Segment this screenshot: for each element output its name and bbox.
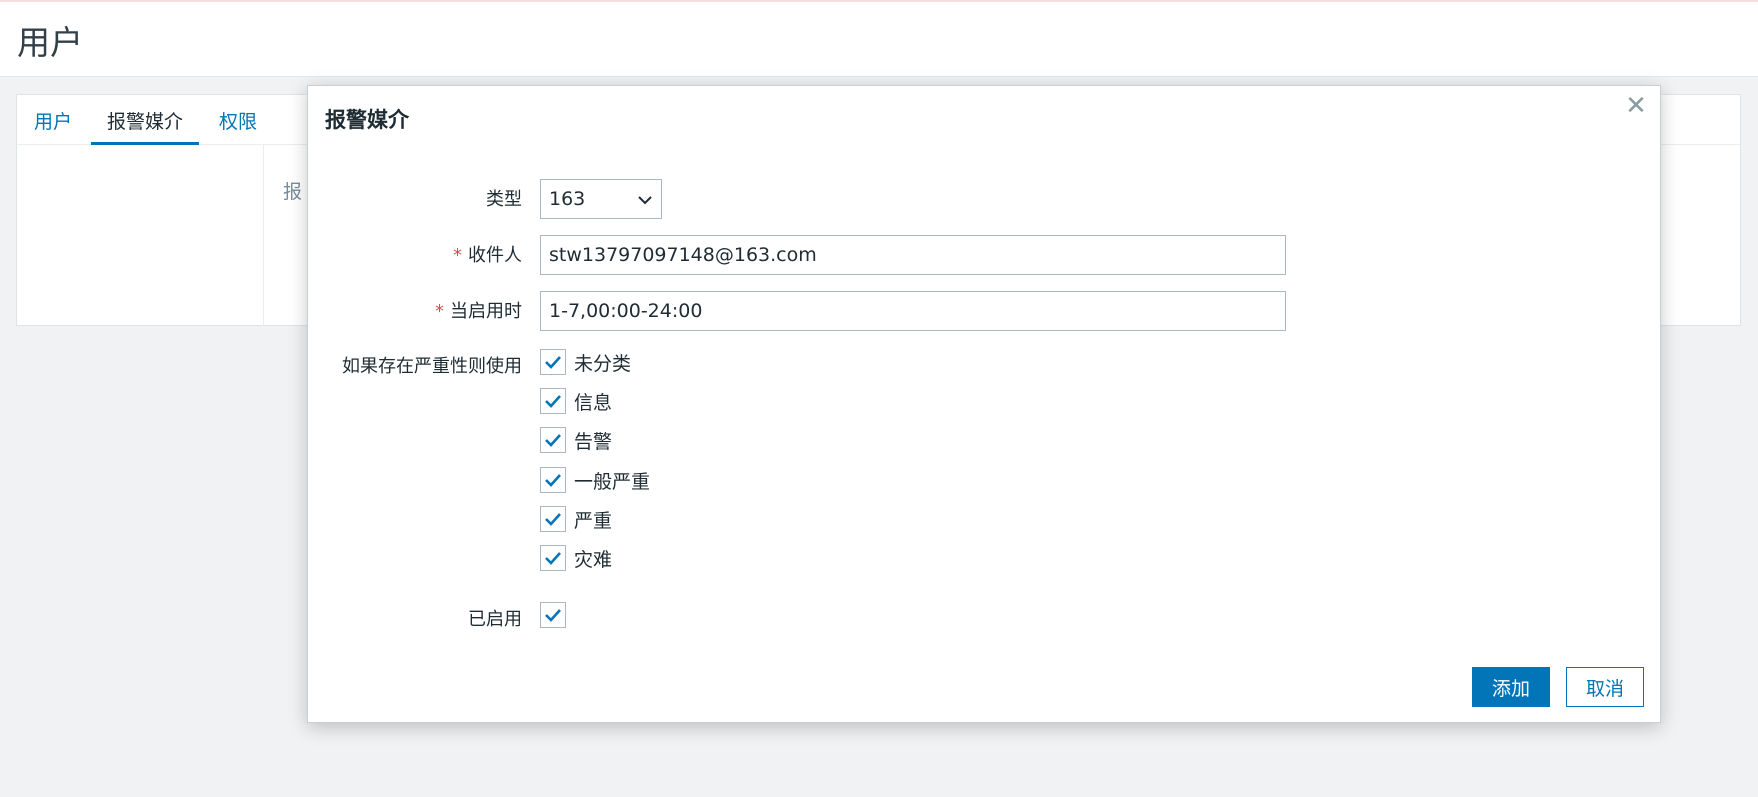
severity-disaster[interactable]: 灾难 <box>540 544 612 572</box>
checkmark-icon <box>545 395 561 408</box>
when-active-input[interactable] <box>540 291 1286 331</box>
enabled-label: 已启用 <box>468 609 522 630</box>
background-divider <box>263 145 264 326</box>
checkmark-icon <box>545 552 561 565</box>
checkmark-icon <box>545 474 561 487</box>
severity-not-classified[interactable]: 未分类 <box>540 348 631 376</box>
required-marker: * <box>435 301 444 322</box>
severity-warning[interactable]: 告警 <box>540 426 612 454</box>
chevron-down-icon <box>638 196 652 205</box>
tab-permissions[interactable]: 权限 <box>219 107 257 145</box>
media-dialog: 报警媒介 ✕ 类型 163 *收件人 *当启用时 如果存在严重性则使用 未分类 … <box>307 85 1661 723</box>
tab-users[interactable]: 用户 <box>34 107 72 145</box>
type-select-value: 163 <box>549 188 586 210</box>
checkbox-label: 灾难 <box>574 548 613 571</box>
checkbox[interactable] <box>540 427 566 453</box>
checkmark-icon <box>545 609 561 622</box>
checkmark-icon <box>545 434 561 447</box>
checkbox[interactable] <box>540 349 566 375</box>
checkbox-label: 未分类 <box>574 352 632 375</box>
send-to-input[interactable] <box>540 235 1286 275</box>
dialog-title: 报警媒介 <box>325 108 409 132</box>
page-title: 用户 <box>17 23 83 62</box>
background-media-label: 报 <box>283 181 303 203</box>
severity-label: 如果存在严重性则使用 <box>342 356 522 377</box>
add-button[interactable]: 添加 <box>1472 667 1550 707</box>
when-active-label: * 当启用时 <box>435 301 522 322</box>
tab-media[interactable]: 报警媒介 <box>91 107 200 145</box>
send-to-label: * 收件人 <box>453 245 522 266</box>
checkbox-label: 信息 <box>574 391 613 414</box>
checkbox-label: 严重 <box>574 509 613 532</box>
checkbox-label: 一般严重 <box>574 470 651 493</box>
page-header: 用户 <box>0 2 1758 77</box>
severity-high[interactable]: 严重 <box>540 505 612 533</box>
checkbox[interactable] <box>540 388 566 414</box>
checkbox[interactable] <box>540 545 566 571</box>
severity-information[interactable]: 信息 <box>540 387 612 415</box>
type-label: 类型 <box>486 189 522 210</box>
checkbox[interactable] <box>540 467 566 493</box>
checkbox[interactable] <box>540 506 566 532</box>
type-select[interactable]: 163 <box>540 179 662 219</box>
close-icon[interactable]: ✕ <box>1622 92 1650 120</box>
enabled-checkbox[interactable] <box>540 602 566 628</box>
required-marker: * <box>453 245 462 266</box>
severity-average[interactable]: 一般严重 <box>540 466 650 494</box>
checkmark-icon <box>545 513 561 526</box>
enabled-checkbox-row[interactable] <box>540 601 566 629</box>
checkbox-label: 告警 <box>574 430 613 453</box>
checkmark-icon <box>545 356 561 369</box>
cancel-button[interactable]: 取消 <box>1566 667 1644 707</box>
